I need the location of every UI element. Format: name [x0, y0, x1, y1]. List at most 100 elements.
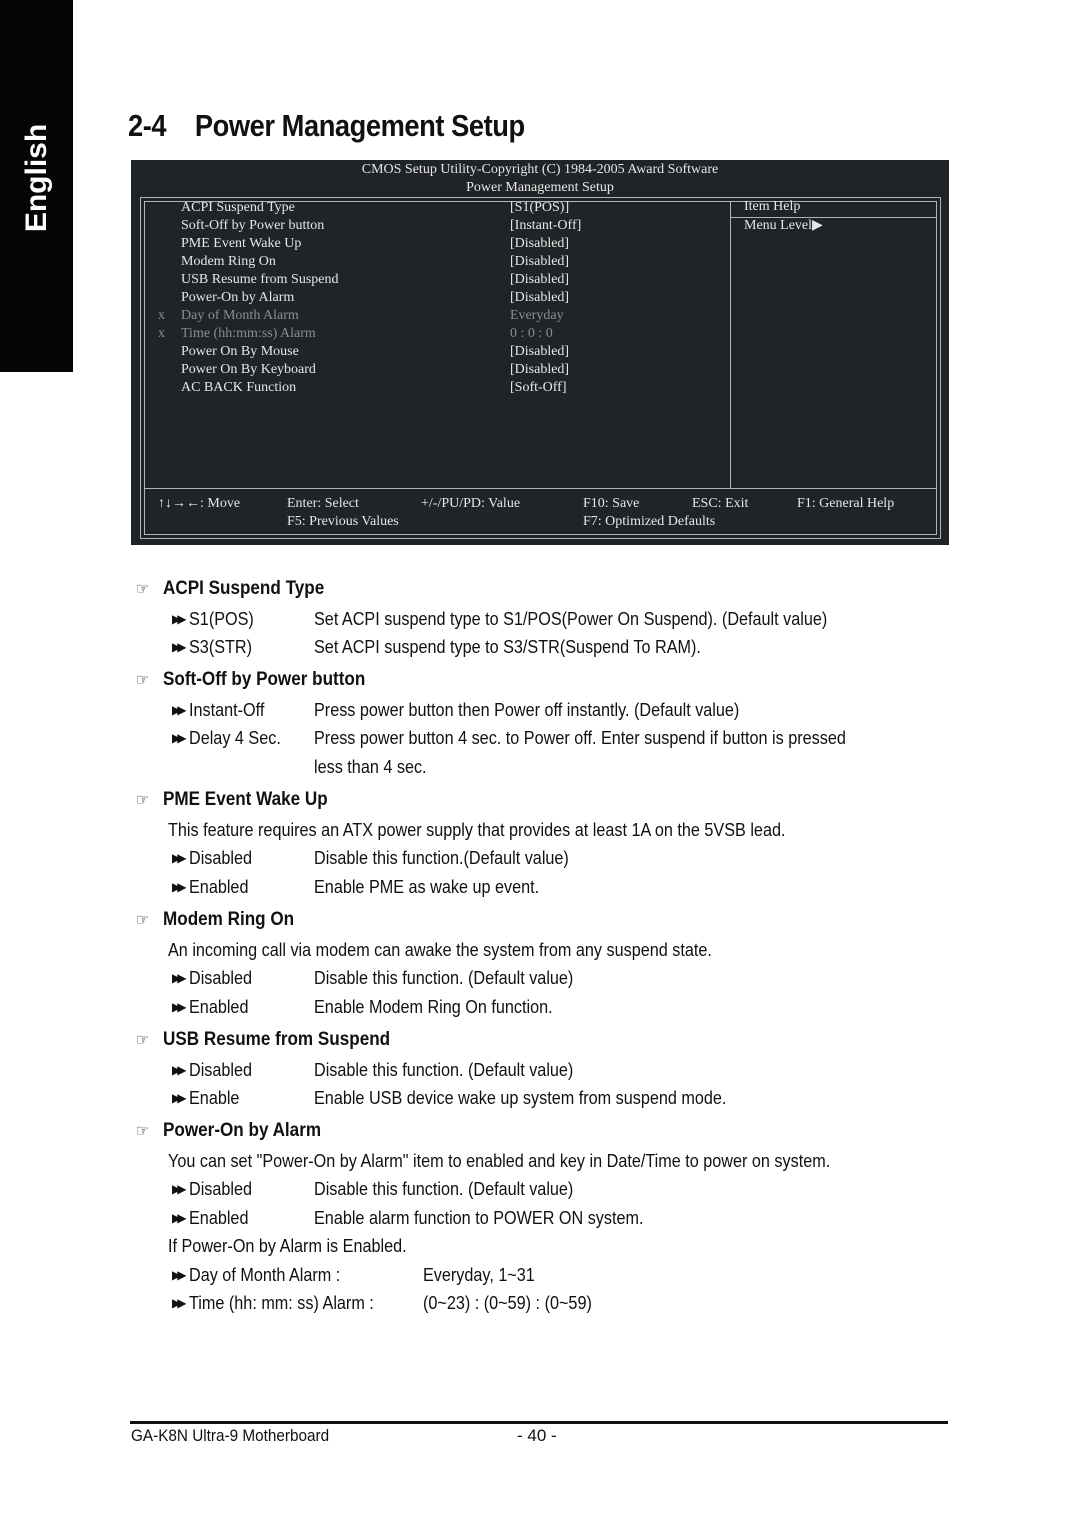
bios-item-row[interactable]: PME Event Wake Up [Disabled]	[145, 235, 725, 253]
option-item: ▶▶ Instant-Off	[172, 700, 273, 721]
double-arrow-icon: ▶▶	[172, 971, 186, 986]
bios-item-row[interactable]: AC BACK Function [Soft-Off]	[145, 379, 725, 397]
double-arrow-icon: ▶▶	[172, 612, 186, 626]
option-description: Disable this function.(Default value)	[314, 848, 569, 869]
double-arrow-icon: ▶▶	[172, 999, 186, 1014]
section-heading-text: ACPI Suspend Type	[163, 578, 325, 599]
bios-item-value[interactable]: [Disabled]	[510, 289, 569, 307]
key-select: Enter: Select	[287, 496, 359, 511]
section-heading: ☞ Modem Ring On	[136, 909, 294, 931]
section-heading: ☞ ACPI Suspend Type	[136, 578, 324, 600]
option-item: ▶▶ S1(POS)	[172, 609, 261, 630]
section-heading-text: Soft-Off by Power button	[163, 669, 366, 690]
key-exit: ESC: Exit	[692, 496, 749, 511]
bios-item-label: PME Event Wake Up	[181, 236, 302, 251]
bios-item-value[interactable]: [Instant-Off]	[510, 217, 581, 235]
bios-item-value[interactable]: [Disabled]	[510, 361, 569, 379]
bios-item-value: 0 : 0 : 0	[510, 326, 553, 341]
double-arrow-icon: ▶▶	[172, 879, 186, 894]
option-description: Disable this function. (Default value)	[314, 968, 574, 989]
item-help-title: Item Help	[744, 199, 801, 214]
bios-item-label: Power-On by Alarm	[181, 290, 295, 305]
option-name: Day of Month Alarm :	[189, 1264, 341, 1285]
key-save: F10: Save	[583, 496, 640, 511]
option-item: ▶▶ Disabled	[172, 848, 259, 869]
double-arrow-icon: ▶▶	[172, 851, 186, 866]
bios-item-row[interactable]: Power On By Keyboard [Disabled]	[145, 361, 725, 379]
bios-item-value[interactable]: [S1(POS)]	[510, 199, 569, 217]
bios-item-row: x Day of Month Alarm Everyday	[145, 307, 725, 325]
option-description: Press power button 4 sec. to Power off. …	[314, 728, 846, 749]
footer-rule	[130, 1421, 948, 1424]
pointing-hand-icon: ☞	[136, 792, 149, 809]
bios-item-row[interactable]: Modem Ring On [Disabled]	[145, 253, 725, 271]
bios-item-row[interactable]: ACPI Suspend Type [S1(POS)]	[145, 199, 725, 217]
bios-item-label: Soft-Off by Power button	[181, 218, 325, 233]
bios-item-value[interactable]: [Disabled]	[510, 271, 569, 289]
option-name: Disabled	[189, 968, 253, 989]
bios-item-row[interactable]: Power-On by Alarm [Disabled]	[145, 289, 725, 307]
footer-model: GA-K8N Ultra-9 Motherboard	[131, 1426, 330, 1445]
double-arrow-icon: ▶▶	[172, 1210, 186, 1225]
section-heading-text: Power-On by Alarm	[163, 1120, 322, 1141]
bios-item-value[interactable]: [Disabled]	[510, 343, 569, 361]
option-name: Instant-Off	[189, 700, 265, 720]
bios-item-label: ACPI Suspend Type	[181, 200, 295, 215]
section-title: Power Management Setup	[194, 108, 525, 143]
unavailable-marker: x	[158, 326, 165, 341]
language-tab: English	[0, 0, 73, 372]
option-description: Set ACPI suspend type to S3/STR(Suspend …	[314, 637, 701, 658]
option-description: Enable USB device wake up system from su…	[314, 1088, 727, 1109]
bios-item-value: Everyday	[510, 308, 564, 323]
option-name: Enabled	[189, 996, 249, 1017]
section-heading: ☞ PME Event Wake Up	[136, 789, 328, 811]
option-description: Enable PME as wake up event.	[314, 876, 540, 897]
bios-item-row[interactable]: Soft-Off by Power button [Instant-Off]	[145, 217, 725, 235]
unavailable-marker: x	[158, 308, 165, 323]
bios-item-value[interactable]: [Disabled]	[510, 253, 569, 271]
section-heading-text: PME Event Wake Up	[163, 789, 328, 810]
double-arrow-icon: ▶▶	[172, 1267, 186, 1282]
option-item: ▶▶ Disabled	[172, 1179, 259, 1200]
pointing-hand-icon: ☞	[136, 672, 149, 689]
bios-item-value[interactable]: [Disabled]	[510, 235, 569, 253]
bios-screenshot: CMOS Setup Utility-Copyright (C) 1984-20…	[131, 160, 949, 545]
option-description: Enable Modem Ring On function.	[314, 996, 553, 1017]
bios-item-label: Power On By Keyboard	[181, 362, 316, 377]
section-heading: ☞ Soft-Off by Power button	[136, 669, 365, 691]
page-number: - 40 -	[517, 1426, 557, 1445]
option-item: ▶▶ Enable	[172, 1088, 245, 1109]
key-move: ↑↓→←: Move	[158, 496, 241, 511]
option-description: (0~23) : (0~59) : (0~59)	[423, 1293, 592, 1313]
section-heading: ☞ USB Resume from Suspend	[136, 1029, 390, 1051]
option-description: Disable this function. (Default value)	[314, 1060, 574, 1080]
bios-item-row[interactable]: USB Resume from Suspend [Disabled]	[145, 271, 725, 289]
option-name: S1(POS)	[189, 609, 254, 629]
bios-item-label: Day of Month Alarm	[181, 308, 299, 323]
option-name: Enabled	[189, 1207, 249, 1228]
option-description-continued: less than 4 sec.	[314, 756, 427, 777]
bios-item-label: Modem Ring On	[181, 254, 276, 269]
bios-item-row[interactable]: Power On By Mouse [Disabled]	[145, 343, 725, 361]
option-name: Time (hh: mm: ss) Alarm :	[189, 1293, 374, 1313]
option-name: S3(STR)	[189, 637, 253, 658]
option-name: Enable	[189, 1088, 240, 1109]
option-item: ▶▶ Enabled	[172, 997, 255, 1018]
option-description: Disable this function. (Default value)	[314, 1179, 574, 1200]
menu-level: Menu Level▶	[744, 218, 823, 233]
option-description: Set ACPI suspend type to S1/POS(Power On…	[314, 609, 828, 629]
bios-item-label: Power On By Mouse	[181, 344, 299, 359]
bios-header: CMOS Setup Utility-Copyright (C) 1984-20…	[131, 160, 949, 197]
double-arrow-icon: ▶▶	[172, 1182, 186, 1197]
section-heading-text: USB Resume from Suspend	[163, 1029, 391, 1050]
double-arrow-icon: ▶▶	[172, 1091, 186, 1106]
help-panel-divider	[730, 202, 731, 488]
option-item: ▶▶ Time (hh: mm: ss) Alarm :	[172, 1293, 394, 1314]
bios-item-value[interactable]: [Soft-Off]	[510, 379, 567, 397]
section-intro: An incoming call via modem can awake the…	[168, 940, 712, 960]
bios-copyright: CMOS Setup Utility-Copyright (C) 1984-20…	[361, 162, 719, 177]
bios-inner-frame: Item Help Menu Level▶ ACPI Suspend Type […	[144, 199, 937, 535]
option-description: Enable alarm function to POWER ON system…	[314, 1207, 644, 1228]
bios-item-label: AC BACK Function	[181, 380, 297, 395]
section-number: 2-4	[128, 108, 167, 143]
